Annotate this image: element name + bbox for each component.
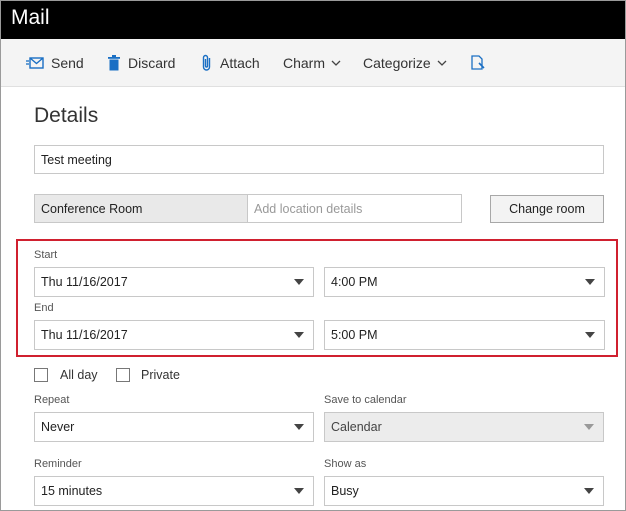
- reminder-label: Reminder: [34, 458, 82, 470]
- end-label: End: [34, 302, 54, 314]
- categorize-label: Categorize: [363, 54, 431, 71]
- dropdown-arrow-icon: [294, 332, 304, 338]
- show-as-label: Show as: [324, 458, 367, 470]
- start-date-select[interactable]: Thu 11/16/2017: [34, 267, 314, 297]
- start-date-value: Thu 11/16/2017: [41, 275, 128, 289]
- details-heading: Details: [34, 104, 99, 127]
- dropdown-arrow-icon: [584, 424, 594, 430]
- mail-window: Mail Send Discard Attach Charm Categoriz…: [0, 0, 626, 511]
- private-checkbox[interactable]: [116, 368, 130, 382]
- repeat-value: Never: [41, 420, 75, 434]
- dropdown-arrow-icon: [294, 279, 304, 285]
- all-day-checkbox[interactable]: [34, 368, 48, 382]
- show-as-select[interactable]: Busy: [324, 476, 604, 506]
- end-time-select[interactable]: 5:00 PM: [324, 320, 605, 350]
- chevron-down-icon: [331, 60, 341, 66]
- discard-button[interactable]: Discard: [107, 39, 175, 86]
- attach-label: Attach: [220, 54, 260, 71]
- charm-label: Charm: [283, 54, 326, 71]
- chevron-down-icon: [437, 60, 447, 66]
- repeat-select[interactable]: Never: [34, 412, 314, 442]
- dropdown-arrow-icon: [585, 332, 595, 338]
- repeat-label: Repeat: [34, 394, 70, 406]
- categorize-menu[interactable]: Categorize: [363, 39, 447, 86]
- charm-menu[interactable]: Charm: [283, 39, 341, 86]
- paperclip-icon: [201, 54, 213, 72]
- dropdown-arrow-icon: [294, 424, 304, 430]
- start-time-value: 4:00 PM: [331, 275, 378, 289]
- title-bar: Mail: [1, 1, 625, 39]
- room-value: Conference Room: [41, 201, 143, 216]
- change-room-button[interactable]: Change room: [490, 195, 604, 223]
- room-field[interactable]: Conference Room: [34, 194, 248, 223]
- reminder-select[interactable]: 15 minutes: [34, 476, 314, 506]
- subject-value: Test meeting: [41, 152, 112, 167]
- show-as-value: Busy: [331, 484, 359, 498]
- save-to-calendar-select: Calendar: [324, 412, 604, 442]
- send-icon: [26, 56, 44, 70]
- end-date-select[interactable]: Thu 11/16/2017: [34, 320, 314, 350]
- start-label: Start: [34, 249, 58, 261]
- trash-icon: [107, 54, 121, 71]
- save-to-calendar-label: Save to calendar: [324, 394, 407, 406]
- save-to-calendar-value: Calendar: [331, 420, 382, 434]
- attach-button[interactable]: Attach: [201, 39, 260, 86]
- dropdown-arrow-icon: [294, 488, 304, 494]
- location-details-input[interactable]: Add location details: [247, 194, 462, 223]
- send-label: Send: [51, 54, 84, 71]
- discard-label: Discard: [128, 54, 176, 71]
- send-button[interactable]: Send: [26, 39, 84, 86]
- document-edit-icon: [471, 54, 485, 71]
- subject-input[interactable]: Test meeting: [34, 145, 604, 174]
- private-label: Private: [141, 368, 180, 382]
- change-room-label: Change room: [509, 202, 585, 216]
- document-edit-button[interactable]: [471, 39, 492, 86]
- window-title: Mail: [11, 6, 50, 29]
- start-time-select[interactable]: 4:00 PM: [324, 267, 605, 297]
- dropdown-arrow-icon: [585, 279, 595, 285]
- all-day-label: All day: [60, 368, 98, 382]
- location-placeholder: Add location details: [254, 201, 363, 216]
- dropdown-arrow-icon: [584, 488, 594, 494]
- reminder-value: 15 minutes: [41, 484, 103, 498]
- toolbar: Send Discard Attach Charm Categorize: [1, 39, 625, 87]
- end-time-value: 5:00 PM: [331, 328, 378, 342]
- end-date-value: Thu 11/16/2017: [41, 328, 128, 342]
